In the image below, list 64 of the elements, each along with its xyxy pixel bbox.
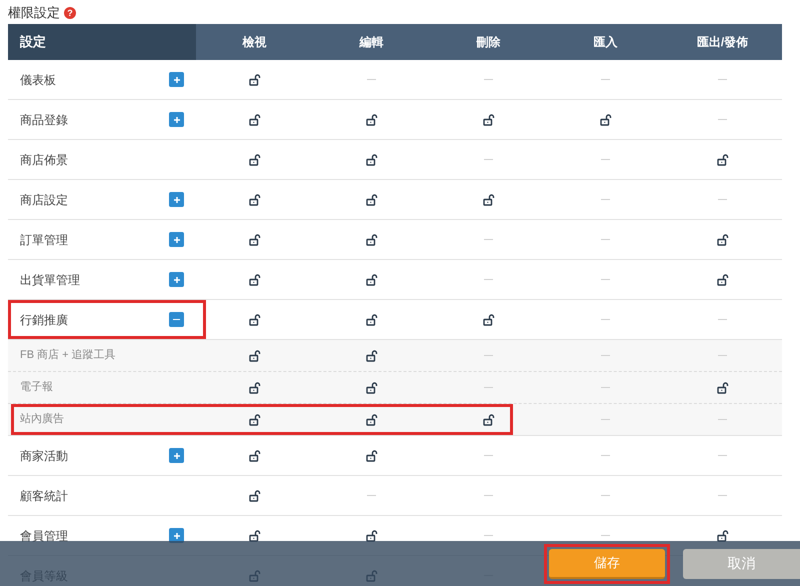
- cancel-button[interactable]: 取消: [683, 548, 800, 578]
- page-title: 權限設定: [8, 4, 60, 22]
- unlocked-padlock-icon[interactable]: [482, 414, 494, 426]
- permission-name: 商家活動: [20, 448, 68, 464]
- permission-name: 商店設定: [20, 192, 68, 208]
- permission-name: 儀表板: [20, 72, 56, 88]
- collapse-icon[interactable]: [169, 312, 184, 327]
- unlocked-padlock-icon[interactable]: [248, 74, 260, 86]
- save-button[interactable]: 儲存: [549, 548, 665, 578]
- expand-icon[interactable]: [169, 272, 184, 287]
- unlocked-padlock-icon[interactable]: [248, 114, 260, 126]
- expand-icon[interactable]: [169, 192, 184, 207]
- expand-icon[interactable]: [169, 232, 184, 247]
- unlocked-padlock-icon[interactable]: [366, 234, 378, 246]
- permission-name: 出貨單管理: [20, 272, 80, 288]
- unlocked-padlock-icon[interactable]: [716, 382, 728, 394]
- permission-name: 商店佈景: [20, 152, 68, 168]
- unlocked-padlock-icon[interactable]: [716, 234, 728, 246]
- unlocked-padlock-icon[interactable]: [366, 350, 378, 362]
- unlocked-padlock-icon[interactable]: [248, 350, 260, 362]
- unlocked-padlock-icon[interactable]: [482, 314, 494, 326]
- permission-name: 站內廣告: [20, 412, 64, 428]
- permission-name: 顧客統計: [20, 488, 68, 504]
- unlocked-padlock-icon[interactable]: [248, 382, 260, 394]
- expand-icon[interactable]: [169, 112, 184, 127]
- column-header: 編輯: [360, 34, 384, 51]
- unlocked-padlock-icon[interactable]: [248, 450, 260, 462]
- permission-name: 電子報: [20, 380, 53, 396]
- expand-icon[interactable]: [169, 448, 184, 463]
- column-header: 匯出/發佈: [696, 34, 748, 51]
- permission-name: 會員管理: [20, 528, 68, 544]
- unlocked-padlock-icon[interactable]: [366, 314, 378, 326]
- help-icon[interactable]: ?: [64, 7, 76, 19]
- column-header: 匯入: [594, 34, 618, 51]
- unlocked-padlock-icon[interactable]: [482, 194, 494, 206]
- permission-name: 商品登錄: [20, 112, 68, 128]
- unlocked-padlock-icon[interactable]: [366, 530, 378, 542]
- unlocked-padlock-icon[interactable]: [248, 154, 260, 166]
- unlocked-padlock-icon[interactable]: [248, 234, 260, 246]
- unlocked-padlock-icon[interactable]: [366, 194, 378, 206]
- unlocked-padlock-icon[interactable]: [716, 154, 728, 166]
- unlocked-padlock-icon[interactable]: [248, 490, 260, 502]
- expand-icon[interactable]: [169, 72, 184, 87]
- unlocked-padlock-icon[interactable]: [366, 114, 378, 126]
- unlocked-padlock-icon[interactable]: [716, 530, 728, 542]
- permission-name: FB 商店 + 追蹤工具: [20, 348, 116, 364]
- unlocked-padlock-icon[interactable]: [366, 274, 378, 286]
- unlocked-padlock-icon[interactable]: [366, 154, 378, 166]
- unlocked-padlock-icon[interactable]: [716, 274, 728, 286]
- unlocked-padlock-icon[interactable]: [248, 194, 260, 206]
- column-header: 檢視: [242, 34, 266, 51]
- permission-name: 行銷推廣: [20, 312, 68, 328]
- unlocked-padlock-icon[interactable]: [366, 414, 378, 426]
- unlocked-padlock-icon[interactable]: [248, 414, 260, 426]
- unlocked-padlock-icon[interactable]: [366, 450, 378, 462]
- column-header: 刪除: [476, 34, 500, 51]
- unlocked-padlock-icon[interactable]: [366, 382, 378, 394]
- unlocked-padlock-icon[interactable]: [600, 114, 612, 126]
- unlocked-padlock-icon[interactable]: [248, 274, 260, 286]
- column-header: 設定: [20, 33, 46, 52]
- permission-name: 訂單管理: [20, 232, 68, 248]
- unlocked-padlock-icon[interactable]: [482, 114, 494, 126]
- unlocked-padlock-icon[interactable]: [248, 530, 260, 542]
- unlocked-padlock-icon[interactable]: [248, 314, 260, 326]
